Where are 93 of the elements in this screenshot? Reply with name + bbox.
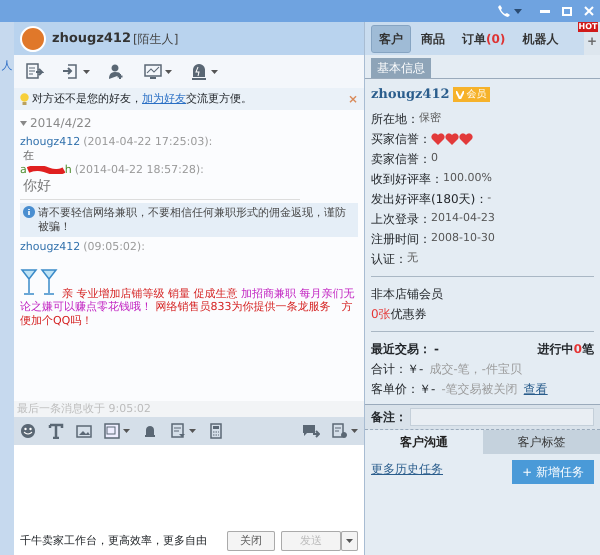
promo-text: 千牛卖家工作台，更高效率，更多自由 [20,532,207,549]
date-header: 2014/4/22 [30,116,92,132]
close-icon[interactable] [584,6,594,16]
panel-tab[interactable]: 客户 [371,24,411,52]
add-task-button[interactable]: + 新增任务 [512,460,594,484]
caret-icon[interactable] [189,429,196,433]
screenshot-icon[interactable] [104,423,120,439]
total-detail: 成交-笔，-件宝贝 [429,360,522,378]
coupon-text: 0张优惠券 [371,306,428,322]
field-label: 收到好评率： [371,170,443,188]
note-icon[interactable] [170,423,186,439]
redaction-mark [26,166,65,174]
add-friend-link[interactable]: 加为好友 [142,92,186,105]
view-link[interactable]: 查看 [524,380,548,398]
note-label: 备注： [371,408,407,426]
contact-status: [陌生人] [133,30,178,48]
field-label: 卖家信誉： [371,150,431,168]
field-value: 100.00% [443,170,492,186]
sender-name: zhougz412 [20,134,80,149]
image-icon[interactable] [76,423,92,439]
sidebar-label[interactable]: 人 [2,58,12,74]
panel-tab[interactable]: 机器人 [515,26,566,52]
average-price-text: 客单价：￥- [371,380,436,398]
message-text: 你好 [23,178,51,194]
contact-name: zhougz412 [52,30,132,48]
message-time: (2014-04-22 18:57:28): [74,163,204,178]
heart-icon [459,132,473,144]
maximize-icon[interactable] [562,6,572,16]
notice-text: 对方还不是您的好友，加为好友交流更方便。 [32,90,252,107]
panel-tab[interactable]: 商品 [414,26,452,52]
note-field[interactable] [410,408,594,426]
field-label: 买家信誉： [371,130,431,148]
field-label: 所在地： [371,110,419,128]
edit-icon[interactable] [26,63,44,80]
collapse-icon[interactable] [20,121,27,126]
history-tasks-link[interactable]: 更多历史任务 [371,460,443,478]
close-button[interactable]: 关闭 [227,530,275,552]
trade-label: 最近交易： [371,340,431,358]
monitor-icon[interactable] [144,63,162,80]
avatar-icon [20,26,46,52]
lightbulb-icon [20,92,29,106]
sender-name-start: a [20,163,27,178]
caret-icon[interactable] [123,429,130,433]
font-icon[interactable] [48,423,64,439]
caret-icon[interactable] [211,70,218,74]
last-message-time: 最后一条消息收于 9:05:02 [14,400,364,417]
bell-icon[interactable] [142,423,158,439]
sender-name-end: h [64,163,72,178]
info-icon [23,206,35,218]
caret-icon [346,539,353,543]
document-settings-icon[interactable] [332,423,348,439]
closed-trades: -笔交易被关闭 [441,380,518,398]
caret-icon[interactable] [351,429,358,433]
caret-icon[interactable] [514,8,522,14]
panel-tab[interactable]: 订单(0) [455,26,512,52]
emoji-icon[interactable] [20,423,36,439]
message-text: 在 [22,148,35,164]
heart-icon [431,132,445,144]
field-label: 注册时间： [371,230,431,248]
import-icon[interactable] [62,63,80,80]
member-badge: 会员 [452,87,490,102]
calculator-icon[interactable] [208,423,224,439]
caret-icon[interactable] [83,70,90,74]
field-label: 认证： [371,250,407,268]
field-value: 0 [431,150,438,166]
field-label: 上次登录： [371,210,431,228]
total-text: 合计：￥- [371,360,424,378]
ad-message-text: 亲 专业增加店铺等级 销量 促成生意 加招商兼职 每月亲们无论之嫌可以赚点零花钱哦！ 网络销售员833为你提供一条龙服务 方便加个QQ吗！ [20,286,356,328]
field-value: 2014-04-23 [431,210,495,226]
field-value: 保密 [419,110,441,126]
cocktail-glasses-icon [20,266,60,297]
warning-text: 请不要轻信网络兼职，不要相信任何兼职形式的佣金返现，谨防被骗！ [38,206,347,234]
field-value: 2008-10-30 [431,230,495,246]
message-time: (09:05:02): [83,240,145,255]
field-value: - [487,190,492,206]
customer-name: zhougz412 [371,86,450,104]
v-icon [456,90,464,99]
customer-tab[interactable]: 客户标签 [482,430,600,454]
hot-badge: HOT [578,22,598,32]
send-options-button[interactable] [341,530,358,552]
field-label: 发出好评率(180天)： [371,190,488,208]
ongoing-count: 进行中0笔 [538,340,594,358]
chat-forward-icon[interactable] [302,424,320,438]
phone-icon[interactable] [497,4,511,18]
message-time: (2014-04-22 17:25:03): [83,134,212,149]
trade-value: - [434,340,439,358]
minimize-icon[interactable] [540,10,550,12]
heart-icon [445,132,459,144]
sender-name: zhougz412 [20,240,80,255]
caret-icon[interactable] [165,70,172,74]
membership-text: 非本店铺会员 [371,286,444,302]
alert-icon[interactable] [190,63,208,80]
field-value: 无 [407,250,418,266]
